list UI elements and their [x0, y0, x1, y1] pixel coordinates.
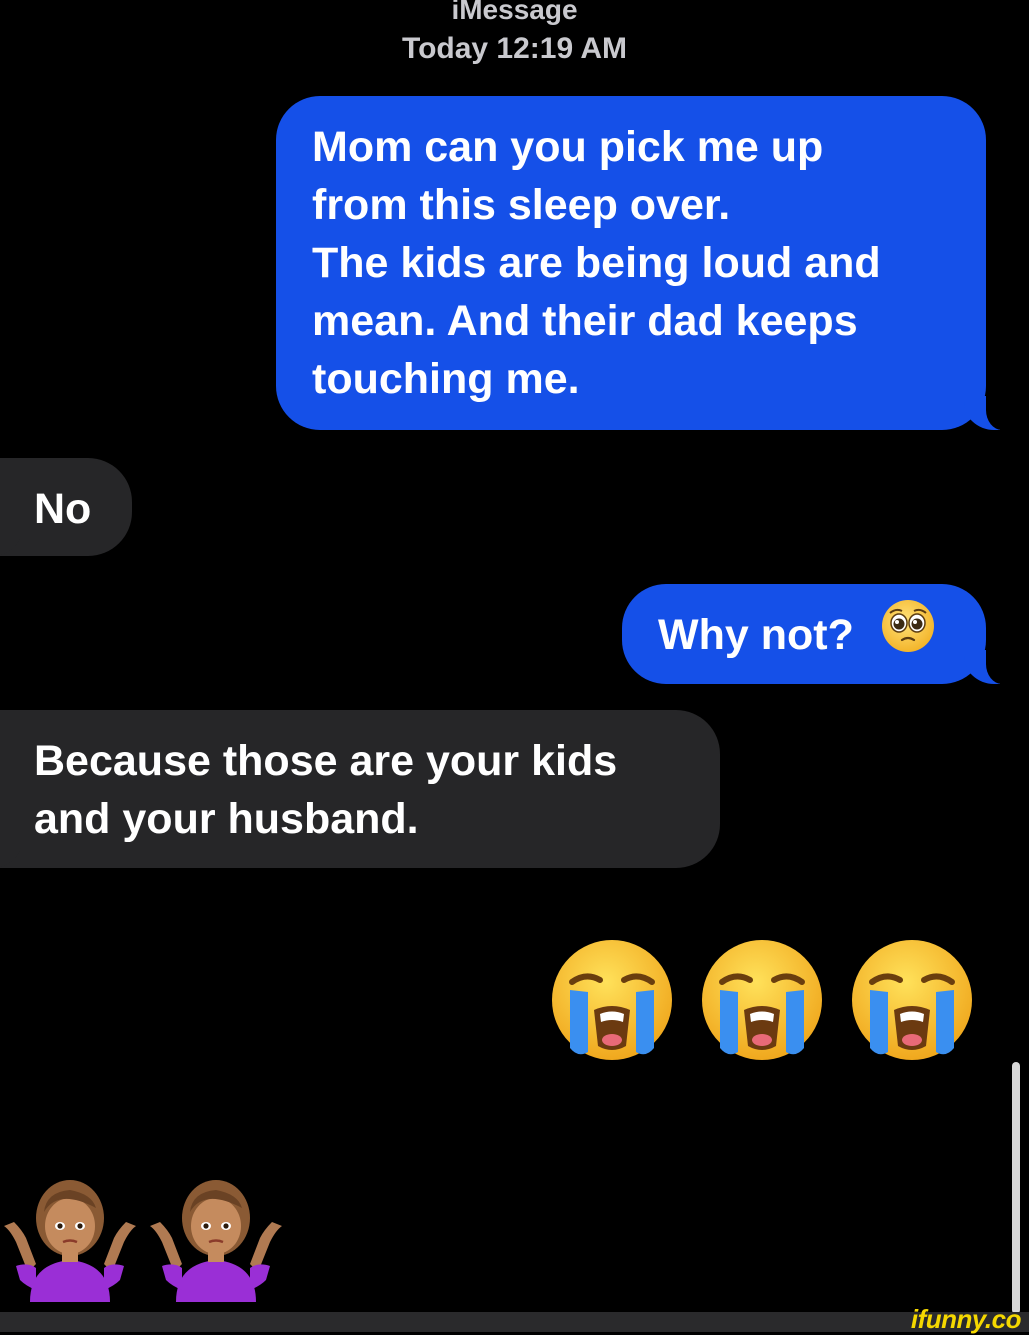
message-line: and your husband. [34, 795, 419, 843]
bubble-tail [964, 650, 1002, 684]
outgoing-message-bubble[interactable]: Mom can you pick me up from this sleep o… [276, 96, 1002, 430]
bubble-tail [0, 834, 22, 868]
outgoing-emoji-message[interactable] [548, 936, 978, 1066]
message-line: from this sleep over. [312, 181, 731, 229]
footer-bar [0, 1312, 1029, 1332]
incoming-emoji-message[interactable] [0, 1168, 300, 1302]
message-line: Because those are your kids [34, 737, 618, 785]
loudly-crying-face-icon [852, 940, 972, 1060]
message-timestamp: Today 12:19 AM [401, 32, 628, 65]
watermark: ifunny.co [910, 1304, 1022, 1334]
incoming-message-bubble[interactable]: Because those are your kids and your hus… [0, 710, 720, 868]
scrollbar[interactable] [1012, 1062, 1020, 1314]
incoming-message-bubble[interactable]: No [0, 458, 132, 556]
loudly-crying-face-icon [552, 940, 672, 1060]
service-label: iMessage [451, 0, 578, 25]
person-shrugging-icon [150, 1180, 282, 1302]
pleading-face-icon [880, 598, 936, 669]
message-text: Why not? [658, 611, 854, 659]
message-text: No [34, 485, 92, 533]
bubble-tail [964, 396, 1002, 430]
bubble-tail [0, 522, 22, 556]
loudly-crying-face-icon [702, 940, 822, 1060]
message-line: mean. And their dad keeps [312, 297, 858, 345]
outgoing-message-bubble[interactable]: Why not? [622, 584, 1002, 684]
person-shrugging-icon [4, 1180, 136, 1302]
message-line: Mom can you pick me up [312, 123, 824, 171]
message-line: The kids are being loud and [312, 239, 881, 287]
message-line: touching me. [312, 355, 580, 403]
